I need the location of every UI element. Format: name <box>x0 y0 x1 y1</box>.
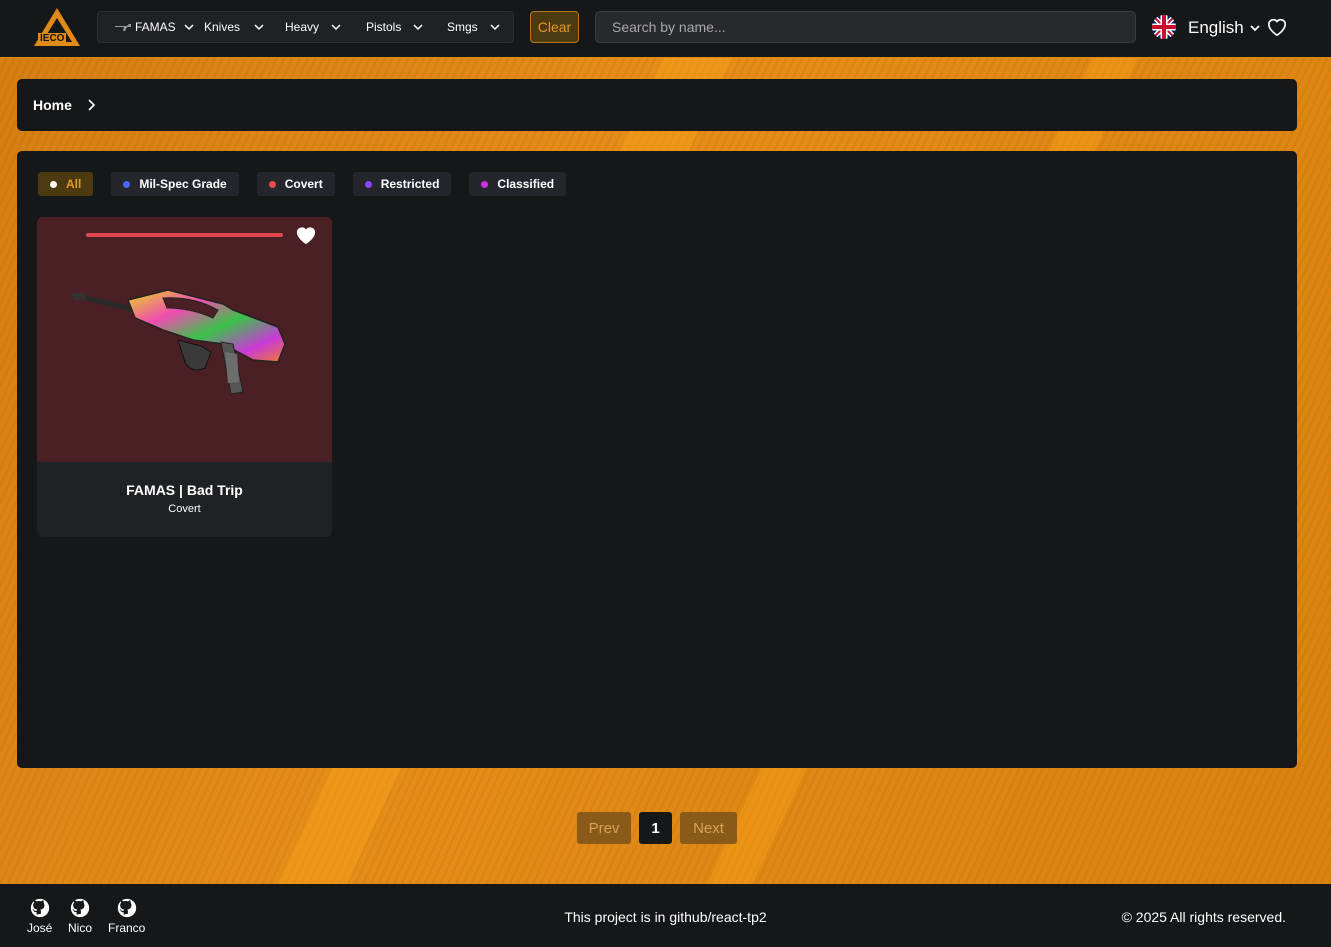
language-selector[interactable]: English <box>1188 18 1260 38</box>
skin-name: FAMAS | Bad Trip <box>126 482 243 498</box>
top-navbar: IECO FAMAS Knives Heavy Pistols Smgs Cle… <box>0 0 1331 58</box>
favorites-heart-icon[interactable] <box>1266 17 1288 37</box>
prev-page-button[interactable]: Prev <box>577 812 631 844</box>
nav-item-label: Pistols <box>366 20 402 34</box>
catalog-panel: All Mil-Spec Grade Covert Restricted Cla… <box>17 151 1297 768</box>
rarity-bar <box>86 233 283 237</box>
search-input[interactable] <box>595 11 1136 43</box>
breadcrumb: Home <box>17 79 1297 131</box>
nav-item-knives[interactable]: Knives <box>204 12 264 42</box>
nav-item-label: Heavy <box>285 20 320 34</box>
logo-text: IECO <box>38 33 67 44</box>
footer: José Nico Franco This project is in gith… <box>0 884 1331 947</box>
filter-label: Covert <box>284 177 323 191</box>
chevron-right-icon <box>88 99 96 111</box>
nav-item-famas[interactable]: FAMAS <box>115 12 194 42</box>
nav-item-label: FAMAS <box>135 20 176 34</box>
rarity-dot <box>364 180 372 188</box>
nav-item-label: Smgs <box>447 20 478 34</box>
skin-card[interactable]: FAMAS | Bad Trip Covert <box>37 217 332 537</box>
filter-label: All <box>66 177 82 191</box>
page-number-button[interactable]: 1 <box>639 812 672 844</box>
chevron-down-icon <box>184 24 194 31</box>
uk-flag-icon[interactable] <box>1152 15 1176 39</box>
pagination: Prev 1 Next <box>577 812 745 844</box>
filter-classified[interactable]: Classified <box>469 172 567 196</box>
chevron-down-icon <box>490 24 500 31</box>
chevron-down-icon <box>331 24 341 31</box>
nav-item-label: Knives <box>204 20 241 34</box>
rarity-filters: All Mil-Spec Grade Covert Restricted Cla… <box>38 172 584 196</box>
language-label: English <box>1188 18 1244 37</box>
filter-restricted[interactable]: Restricted <box>352 172 452 196</box>
chevron-down-icon <box>413 24 423 31</box>
filter-covert[interactable]: Covert <box>256 172 335 196</box>
category-nav: FAMAS Knives Heavy Pistols Smgs <box>97 11 514 43</box>
copyright: © 2025 All rights reserved. <box>1121 909 1286 925</box>
rifle-icon <box>115 24 131 31</box>
clear-button[interactable]: Clear <box>530 11 579 43</box>
skin-image-area <box>37 217 332 462</box>
breadcrumb-home[interactable]: Home <box>33 97 72 113</box>
filter-label: Classified <box>497 177 555 191</box>
chevron-down-icon <box>1250 25 1260 32</box>
rarity-dot <box>123 180 131 188</box>
filter-all[interactable]: All <box>38 172 94 196</box>
filter-label: Restricted <box>380 177 440 191</box>
chevron-down-icon <box>254 24 264 31</box>
skin-rarity: Covert <box>168 503 201 515</box>
rarity-dot <box>50 180 57 188</box>
nav-item-pistols[interactable]: Pistols <box>366 12 423 42</box>
rarity-dot <box>481 180 489 188</box>
nav-item-heavy[interactable]: Heavy <box>285 12 341 42</box>
nav-item-smgs[interactable]: Smgs <box>447 12 500 42</box>
next-page-button[interactable]: Next <box>680 812 737 844</box>
famas-skin-image <box>73 289 286 395</box>
filter-label: Mil-Spec Grade <box>139 177 227 191</box>
filter-mil-spec-grade[interactable]: Mil-Spec Grade <box>111 172 239 196</box>
rarity-dot <box>268 180 276 188</box>
favorite-heart-icon[interactable] <box>295 225 317 245</box>
